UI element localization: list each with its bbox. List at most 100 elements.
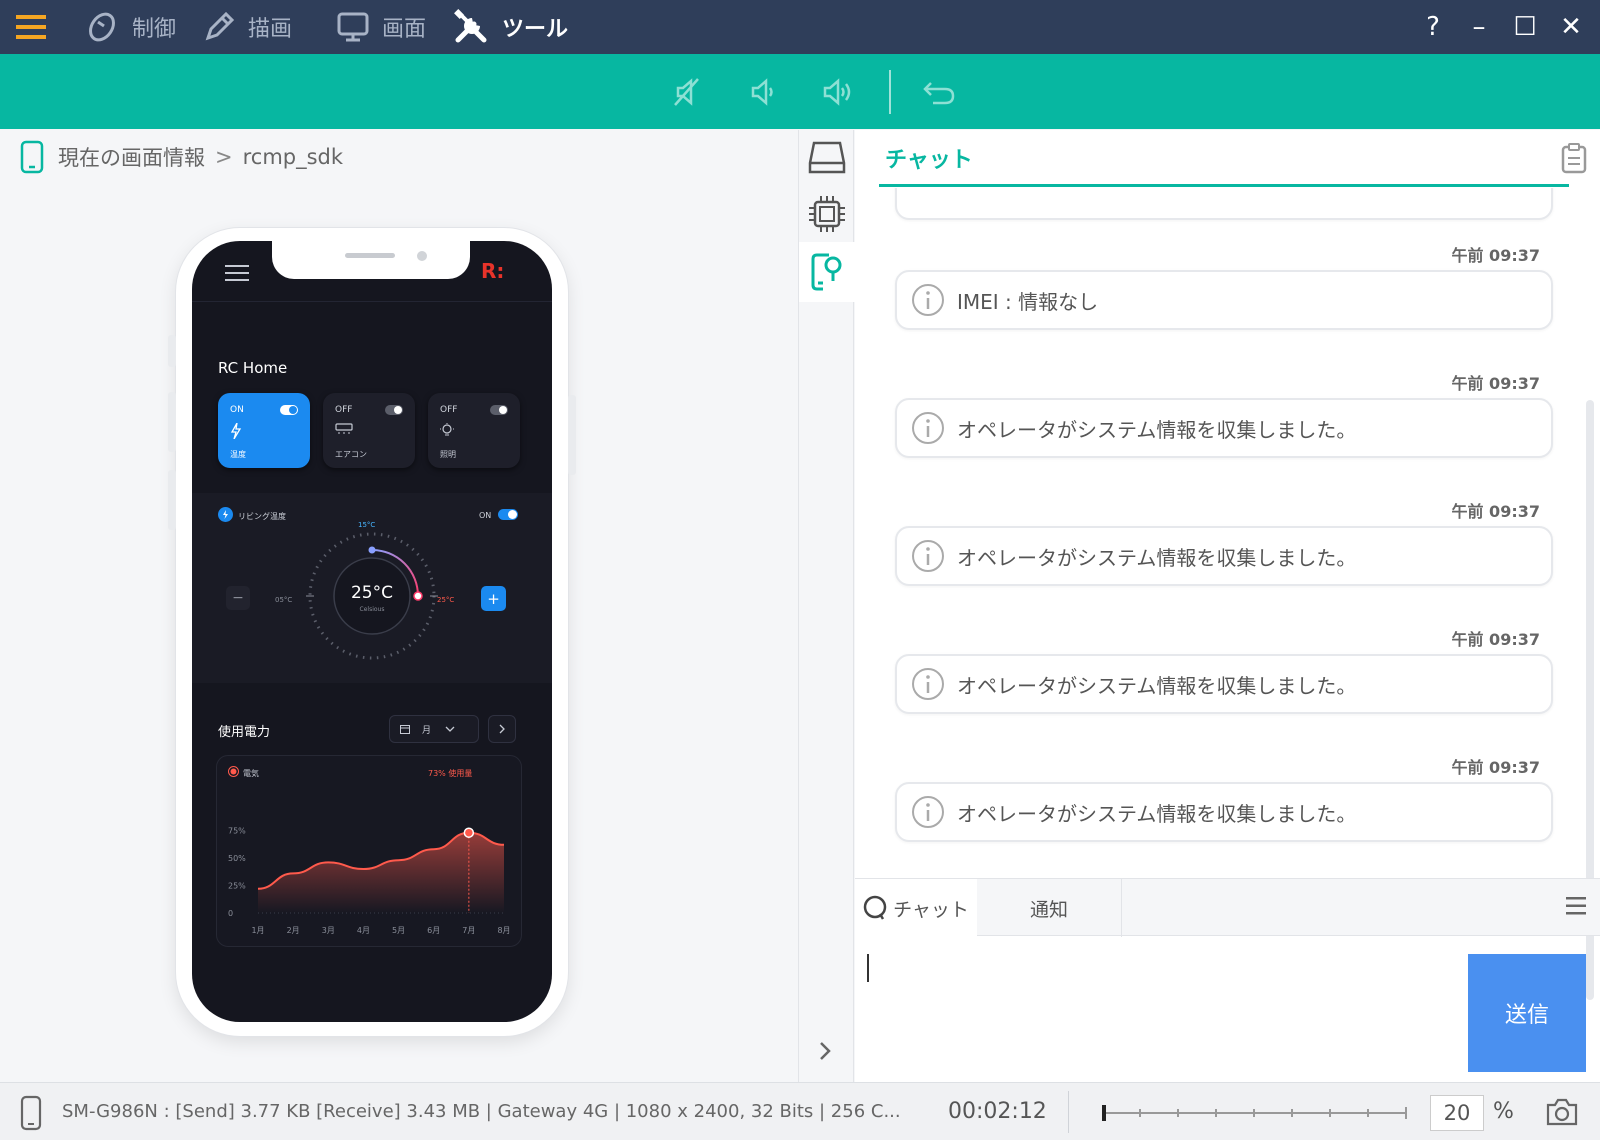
chevron-right-icon bbox=[818, 1040, 832, 1062]
chart-ytick-label: 75% bbox=[228, 827, 246, 836]
zoom-slider-thumb[interactable] bbox=[1102, 1105, 1106, 1121]
thermostat-state: ON bbox=[479, 511, 492, 520]
device-card-light[interactable]: OFF 照明 bbox=[428, 393, 520, 468]
message-text: オペレータがシステム情報を収集しました。 bbox=[957, 417, 1357, 442]
chart-ytick-label: 0 bbox=[228, 909, 233, 918]
card-state: OFF bbox=[335, 405, 353, 415]
drive-icon bbox=[807, 139, 847, 177]
tab-notice[interactable]: 通知 bbox=[977, 879, 1122, 937]
volume-down-icon bbox=[746, 75, 780, 109]
device-card-aircon[interactable]: OFF エアコン bbox=[323, 393, 415, 468]
next-period-button[interactable] bbox=[488, 715, 516, 743]
thermostat-label: リビング温度 bbox=[238, 512, 286, 521]
message-time: 午前 09:37 bbox=[1451, 502, 1540, 521]
device-card-temperature[interactable]: ON 温度 bbox=[218, 393, 310, 468]
zoom-slider[interactable] bbox=[1100, 1101, 1410, 1125]
chat-panel: チャット 午前 09:37 IMEI : 情報なし 午前 09:37 オペレータ… bbox=[855, 130, 1600, 1082]
phone-info-button[interactable] bbox=[799, 242, 855, 302]
menu-tools-label: ツール bbox=[502, 17, 569, 42]
chat-input[interactable] bbox=[877, 950, 1437, 1060]
maximize-button[interactable]: ☐ bbox=[1502, 0, 1548, 54]
chat-tabs: チャット 通知 bbox=[855, 878, 1600, 937]
card-toggle[interactable] bbox=[385, 405, 403, 415]
power-usage-title: 使用電力 bbox=[218, 725, 271, 740]
message-text: オペレータがシステム情報を収集しました。 bbox=[957, 545, 1357, 570]
menu-draw[interactable]: 描画 bbox=[202, 10, 292, 44]
menu-screen-label: 画面 bbox=[382, 17, 427, 42]
breadcrumb-current: rcmp_sdk bbox=[242, 145, 344, 169]
message-list[interactable]: 午前 09:37 IMEI : 情報なし 午前 09:37 オペレータがシステム… bbox=[855, 188, 1600, 878]
thermostat-toggle[interactable] bbox=[498, 509, 518, 520]
clipboard-icon bbox=[1560, 142, 1588, 174]
menu-screen[interactable]: 画面 bbox=[336, 10, 426, 44]
card-toggle[interactable] bbox=[490, 405, 508, 415]
undo-button[interactable] bbox=[916, 69, 962, 115]
toolbar bbox=[0, 54, 1600, 129]
thermostat-high-label: 25°C bbox=[437, 596, 455, 604]
app-logo: R: bbox=[481, 259, 505, 283]
aircon-icon bbox=[335, 423, 353, 435]
phone-screen[interactable]: R: RC Home ON 温度 OFF エアコン OFF 照明 リビング温度 … bbox=[192, 241, 552, 1022]
breadcrumb: 現在の画面情報 > rcmp_sdk bbox=[20, 140, 343, 174]
menu-control[interactable]: 制御 bbox=[84, 9, 176, 45]
chart-xtick-label: 1月 bbox=[251, 926, 264, 935]
chart-ytick-label: 25% bbox=[228, 882, 246, 891]
tab-chat[interactable]: チャット bbox=[855, 879, 977, 937]
chevron-right-icon bbox=[499, 724, 505, 734]
app-menu-icon[interactable] bbox=[225, 265, 249, 281]
bolt-icon bbox=[230, 423, 242, 439]
chart-xtick-label: 5月 bbox=[392, 926, 405, 935]
close-button[interactable]: ✕ bbox=[1548, 0, 1594, 54]
message-bubble: オペレータがシステム情報を収集しました。 bbox=[895, 654, 1553, 714]
message-bubble: オペレータがシステム情報を収集しました。 bbox=[895, 526, 1553, 586]
breadcrumb-separator: > bbox=[215, 145, 233, 169]
chart-highlight-point bbox=[463, 827, 475, 838]
drive-button[interactable] bbox=[799, 130, 855, 186]
mute-button[interactable] bbox=[664, 69, 710, 115]
phone-camera bbox=[417, 251, 427, 261]
phone-notch bbox=[272, 241, 470, 279]
breadcrumb-root[interactable]: 現在の画面情報 bbox=[58, 142, 205, 172]
info-icon bbox=[911, 539, 945, 573]
message-bubble-partial bbox=[895, 188, 1553, 220]
volume-down-button[interactable] bbox=[740, 69, 786, 115]
message-bubble: オペレータがシステム情報を収集しました。 bbox=[895, 398, 1553, 458]
screenshot-icon[interactable] bbox=[1545, 1097, 1579, 1127]
thermostat-low-label: 05°C bbox=[275, 596, 293, 604]
message-time: 午前 09:37 bbox=[1451, 374, 1540, 393]
chip-button[interactable] bbox=[799, 186, 855, 242]
minimize-button[interactable]: – bbox=[1456, 0, 1502, 54]
message-time: 午前 09:37 bbox=[1451, 758, 1540, 777]
menu-tools[interactable]: ツール bbox=[452, 8, 568, 46]
expand-panel-button[interactable] bbox=[818, 1040, 832, 1062]
increase-temp-button[interactable]: + bbox=[481, 586, 506, 611]
clipboard-button[interactable] bbox=[1560, 142, 1588, 174]
chip-icon bbox=[807, 194, 847, 234]
message-bubble: IMEI : 情報なし bbox=[895, 270, 1553, 330]
help-button[interactable]: ? bbox=[1410, 0, 1456, 54]
app-header-divider bbox=[192, 301, 552, 302]
tools-icon bbox=[452, 8, 502, 46]
chart-xtick-label: 3月 bbox=[322, 926, 335, 935]
text-caret bbox=[867, 954, 869, 982]
side-toolbar bbox=[798, 130, 855, 1082]
window-controls: ? – ☐ ✕ bbox=[1410, 0, 1594, 54]
info-icon bbox=[911, 667, 945, 701]
message-bubble: オペレータがシステム情報を収集しました。 bbox=[895, 782, 1553, 842]
hamburger-menu-icon[interactable] bbox=[6, 0, 56, 54]
chevron-down-icon bbox=[445, 726, 455, 732]
send-button[interactable]: 送信 bbox=[1468, 954, 1586, 1072]
card-toggle[interactable] bbox=[280, 405, 298, 415]
bulb-icon bbox=[440, 423, 454, 439]
zoom-value-input[interactable]: 20 bbox=[1430, 1095, 1484, 1131]
phone-side-button bbox=[168, 335, 176, 367]
volume-up-button[interactable] bbox=[816, 69, 862, 115]
chart-xtick-label: 4月 bbox=[357, 926, 370, 935]
phone-info-icon bbox=[809, 251, 845, 293]
menu-control-label: 制御 bbox=[132, 17, 177, 42]
tabs-menu-button[interactable] bbox=[1566, 897, 1586, 915]
chart-xtick-label: 6月 bbox=[427, 926, 440, 935]
period-select[interactable]: 月 bbox=[389, 715, 479, 743]
decrease-temp-button[interactable]: − bbox=[226, 586, 250, 610]
thermostat-unit: Celsious bbox=[359, 606, 385, 613]
